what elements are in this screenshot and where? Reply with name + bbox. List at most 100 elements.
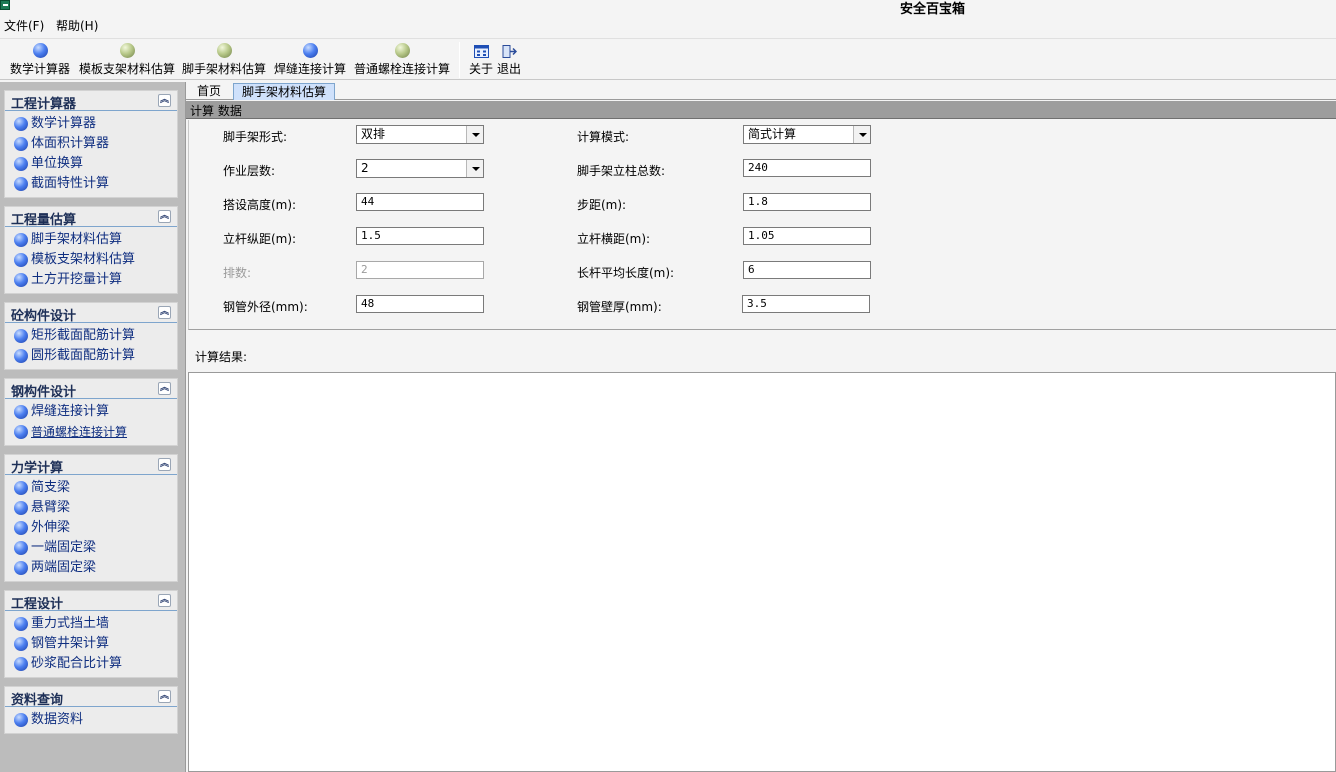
menu-file[interactable]: 文件(F) (4, 17, 44, 34)
sidebar-item-math-calculator[interactable]: 数学计算器 (5, 114, 177, 134)
sidebar-item-steel-tube-derrick[interactable]: 钢管井架计算 (5, 634, 177, 654)
blue-ball-icon (14, 481, 28, 495)
tab-scaffold-estimate[interactable]: 脚手架材料估算 (233, 83, 336, 100)
calc-mode-select[interactable]: 简式计算 (743, 125, 871, 144)
sidebar-item-unit-conversion[interactable]: 单位换算 (5, 154, 177, 174)
section-title: 计算 数据 (190, 104, 242, 118)
sidebar-item-label: 数学计算器 (31, 116, 97, 131)
sidebar-item-simply-supported-beam[interactable]: 简支梁 (5, 478, 177, 498)
toolbar-about-button[interactable]: 关于 (469, 43, 493, 77)
sidebar-item-one-end-fixed-beam[interactable]: 一端固定梁 (5, 538, 177, 558)
sidebar-item-label: 单位换算 (31, 156, 84, 171)
blue-ball-icon (14, 349, 28, 363)
toolbar-button-label: 焊缝连接计算 (274, 62, 347, 76)
avg-pole-length-input[interactable]: 6 (743, 261, 871, 279)
sidebar-item-section-properties[interactable]: 截面特性计算 (5, 174, 177, 194)
blue-ball-icon (14, 561, 28, 575)
collapse-icon[interactable]: ︽ (158, 210, 171, 223)
rows-label: 排数: (223, 266, 252, 280)
collapse-icon[interactable]: ︽ (158, 690, 171, 703)
sidebar-item-formwork-estimate[interactable]: 模板支架材料估算 (5, 250, 177, 270)
tube-thickness-input[interactable]: 3.5 (742, 295, 870, 313)
menu-bar: 文件(F) 帮助(H) (0, 15, 1336, 35)
blue-ball-icon (14, 157, 28, 171)
app-icon (0, 0, 10, 10)
tube-diameter-label: 钢管外径(mm): (223, 300, 308, 314)
trans-spacing-input[interactable]: 1.05 (743, 227, 871, 245)
calc-mode-value: 简式计算 (748, 127, 797, 141)
chevron-down-icon[interactable] (466, 160, 483, 177)
panel-header[interactable]: 钢构件设计 ︽ (5, 379, 177, 400)
panel-header[interactable]: 工程计算器 ︽ (5, 91, 177, 112)
step-input[interactable]: 1.8 (743, 193, 871, 211)
collapse-icon[interactable]: ︽ (158, 382, 171, 395)
collapse-icon[interactable]: ︽ (158, 306, 171, 319)
blue-ball-icon (14, 425, 28, 439)
height-input[interactable]: 44 (356, 193, 484, 211)
sidebar-item-scaffold-estimate[interactable]: 脚手架材料估算 (5, 230, 177, 250)
chevron-down-icon[interactable] (466, 126, 483, 143)
toolbar-weld-calc-button[interactable]: 焊缝连接计算 (274, 43, 346, 77)
panel-header[interactable]: 砼构件设计 ︽ (5, 303, 177, 324)
blue-ball-icon (14, 617, 28, 631)
sidebar-item-overhang-beam[interactable]: 外伸梁 (5, 518, 177, 538)
collapse-icon[interactable]: ︽ (158, 458, 171, 471)
chevron-down-icon[interactable] (853, 126, 870, 143)
sidebar-panel-reference: 资料查询 ︽ 数据资料 (4, 686, 178, 734)
long-spacing-input[interactable]: 1.5 (356, 227, 484, 245)
toolbar-formwork-estimate-button[interactable]: 模板支架材料估算 (79, 43, 175, 77)
title-bar: 安全百宝箱 (0, 0, 1336, 17)
toolbar-exit-button[interactable]: 退出 (497, 43, 521, 77)
panel-header[interactable]: 工程量估算 ︽ (5, 207, 177, 228)
blue-ball-icon (14, 233, 28, 247)
sidebar-item-circle-section-rebar[interactable]: 圆形截面配筋计算 (5, 346, 177, 366)
sidebar-panel-engineering-calculator: 工程计算器 ︽ 数学计算器 体面积计算器 单位换算 截面特性计算 (4, 90, 178, 198)
sidebar-item-label: 悬臂梁 (31, 500, 71, 515)
sidebar-item-weld-calc[interactable]: 焊缝连接计算 (5, 402, 177, 422)
panel-header[interactable]: 工程设计 ︽ (5, 591, 177, 612)
blue-ball-icon (302, 43, 318, 58)
menu-help[interactable]: 帮助(H) (56, 17, 98, 34)
toolbar-scaffold-estimate-button[interactable]: 脚手架材料估算 (182, 43, 266, 77)
tube-diameter-input[interactable]: 48 (356, 295, 484, 313)
panel-title: 工程计算器 (11, 97, 77, 112)
sidebar-item-label: 体面积计算器 (31, 136, 110, 151)
sidebar-panel-concrete-design: 砼构件设计 ︽ 矩形截面配筋计算 圆形截面配筋计算 (4, 302, 178, 370)
panel-header[interactable]: 力学计算 ︽ (5, 455, 177, 476)
sidebar-item-label: 砂浆配合比计算 (31, 656, 123, 671)
blue-ball-icon (14, 329, 28, 343)
sidebar-item-earthwork[interactable]: 土方开挖量计算 (5, 270, 177, 290)
collapse-icon[interactable]: ︽ (158, 594, 171, 607)
sidebar-item-data-reference[interactable]: 数据资料 (5, 710, 177, 730)
calc-form: 脚手架形式: 双排 作业层数: 2 搭设高度(m): 44 立杆纵距(m): 1… (188, 120, 1336, 330)
collapse-icon[interactable]: ︽ (158, 94, 171, 107)
sidebar-item-cantilever-beam[interactable]: 悬臂梁 (5, 498, 177, 518)
blue-ball-icon (32, 43, 48, 58)
tab-home[interactable]: 首页 (189, 83, 229, 100)
toolbar-bolt-calc-button[interactable]: 普通螺栓连接计算 (354, 43, 450, 77)
sidebar-item-rect-section-rebar[interactable]: 矩形截面配筋计算 (5, 326, 177, 346)
result-output[interactable] (188, 372, 1336, 772)
scaffold-type-select[interactable]: 双排 (356, 125, 484, 144)
total-posts-input[interactable]: 240 (743, 159, 871, 177)
sidebar-item-mortar-mix[interactable]: 砂浆配合比计算 (5, 654, 177, 674)
panel-title: 资料查询 (11, 693, 64, 708)
work-layers-label: 作业层数: (223, 164, 276, 178)
sidebar-item-label: 普通螺栓连接计算 (31, 425, 128, 439)
avg-pole-length-label: 长杆平均长度(m): (577, 266, 675, 280)
toolbar-math-calculator-button[interactable]: 数学计算器 (10, 43, 70, 77)
sidebar-item-label: 重力式挡土墙 (31, 616, 110, 631)
work-layers-select[interactable]: 2 (356, 159, 484, 178)
sidebar-item-label: 钢管井架计算 (31, 636, 110, 651)
blue-ball-icon (14, 137, 28, 151)
blue-ball-icon (14, 273, 28, 287)
sidebar-item-both-ends-fixed-beam[interactable]: 两端固定梁 (5, 558, 177, 578)
sidebar-item-volume-area-calculator[interactable]: 体面积计算器 (5, 134, 177, 154)
panel-header[interactable]: 资料查询 ︽ (5, 687, 177, 708)
toolbar-separator (459, 42, 460, 78)
panel-title: 力学计算 (11, 461, 64, 476)
blue-ball-icon (14, 637, 28, 651)
exit-icon (502, 45, 517, 58)
sidebar-item-gravity-retaining-wall[interactable]: 重力式挡土墙 (5, 614, 177, 634)
sidebar-item-bolt-calc[interactable]: 普通螺栓连接计算 (5, 422, 177, 442)
